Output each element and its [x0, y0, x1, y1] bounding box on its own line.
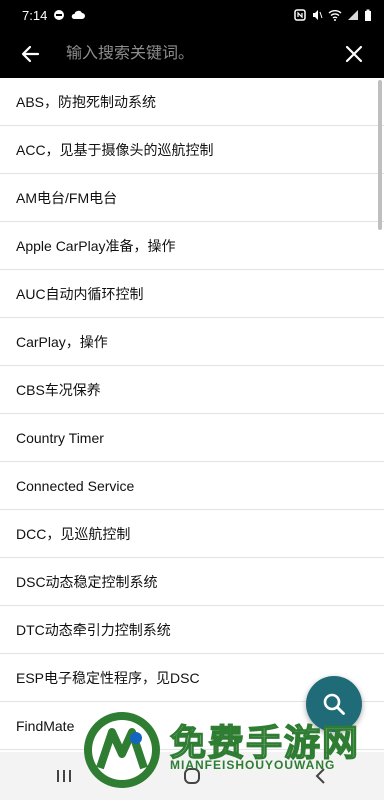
list-item[interactable]: Connected Service [0, 462, 384, 510]
scrollbar[interactable] [378, 80, 382, 230]
system-navigation-bar [0, 752, 384, 800]
close-icon [345, 45, 363, 63]
battery-icon [365, 9, 371, 21]
mute-icon [313, 10, 323, 20]
back-nav-button[interactable] [300, 761, 340, 791]
status-bar: 7:14 [0, 0, 384, 30]
list-item[interactable]: DTC动态牵引力控制系统 [0, 606, 384, 654]
search-fab-button[interactable] [306, 676, 362, 732]
list-item[interactable]: DSC动态稳定控制系统 [0, 558, 384, 606]
back-button[interactable] [12, 36, 48, 72]
home-button[interactable] [172, 761, 212, 791]
nfc-icon [294, 9, 306, 21]
list-item[interactable]: CarPlay，操作 [0, 318, 384, 366]
list-item[interactable]: ACC，见基于摄像头的巡航控制 [0, 126, 384, 174]
back-nav-icon [315, 768, 325, 784]
list-item[interactable]: ABS，防抱死制动系统 [0, 78, 384, 126]
arrow-left-icon [21, 45, 40, 63]
list-item[interactable]: Apple CarPlay准备，操作 [0, 222, 384, 270]
signal-icon [348, 10, 358, 20]
recent-apps-button[interactable] [44, 761, 84, 791]
message-icon [54, 10, 65, 20]
list-item[interactable]: AM电台/FM电台 [0, 174, 384, 222]
status-time: 7:14 [22, 7, 48, 23]
search-input[interactable] [48, 45, 336, 63]
search-icon [323, 693, 345, 715]
list-item[interactable]: DCC，见巡航控制 [0, 510, 384, 558]
clear-button[interactable] [336, 36, 372, 72]
search-toolbar [0, 30, 384, 78]
cloud-icon [72, 10, 86, 19]
list-item[interactable]: Country Timer [0, 414, 384, 462]
home-icon [184, 768, 200, 784]
list-item[interactable]: CBS车况保养 [0, 366, 384, 414]
recent-apps-icon [57, 770, 71, 782]
list-item[interactable]: AUC自动内循环控制 [0, 270, 384, 318]
wifi-icon [328, 10, 342, 21]
